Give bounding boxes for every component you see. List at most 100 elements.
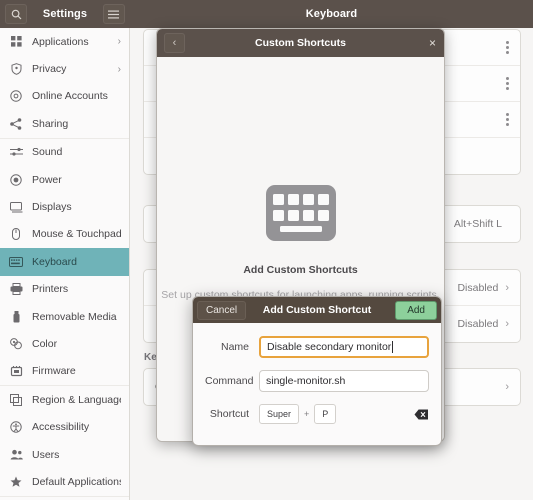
- sidebar-item-label: Privacy: [32, 63, 67, 76]
- back-button[interactable]: ‹: [164, 33, 185, 53]
- window-headerbar: Settings Keyboard: [0, 0, 533, 28]
- sidebar-item-privacy[interactable]: Privacy ›: [0, 55, 129, 82]
- main-menu-button[interactable]: [102, 4, 125, 24]
- sidebar-group-2: Sound Power Displays Mouse & Touchpad Ke…: [0, 139, 129, 387]
- sidebar-group-3: Region & Language Accessibility Users De…: [0, 386, 129, 497]
- sidebar-item-label: Keyboard: [32, 255, 77, 268]
- dialog-form: Name Disable secondary monitor Command s…: [193, 323, 441, 424]
- users-icon: [9, 449, 23, 460]
- sidebar-item-sharing[interactable]: Sharing: [0, 110, 129, 137]
- sidebar-item-label: Users: [32, 448, 60, 461]
- sidebar-item-label: Sharing: [32, 117, 69, 130]
- command-input[interactable]: single-monitor.sh: [259, 370, 429, 392]
- star-icon: [9, 476, 23, 488]
- app-title: Settings: [42, 8, 88, 20]
- sidebar-item-label: Printers: [32, 283, 69, 296]
- headerbar-right: Keyboard: [130, 0, 533, 28]
- settings-window: Settings Keyboard Applications › Privacy…: [0, 0, 533, 500]
- row-value: Disabled: [457, 281, 499, 294]
- globe-icon: [9, 393, 23, 406]
- sidebar-item-label: Displays: [32, 201, 72, 214]
- sidebar-item-sound[interactable]: Sound: [0, 139, 129, 166]
- display-icon: [9, 201, 23, 213]
- hamburger-menu-icon: [108, 10, 120, 19]
- sidebar-item-firmware[interactable]: Firmware: [0, 358, 129, 385]
- key-separator: +: [304, 409, 310, 419]
- command-label: Command: [205, 375, 254, 387]
- illustration-key-row: [272, 210, 329, 221]
- sidebar-item-accessibility[interactable]: Accessibility: [0, 413, 129, 440]
- chevron-right-icon: ›: [117, 63, 121, 75]
- name-input[interactable]: Disable secondary monitor: [259, 336, 429, 358]
- cancel-button[interactable]: Cancel: [197, 300, 247, 320]
- backspace-icon[interactable]: [414, 409, 429, 420]
- dialog-title: Custom Shortcuts: [254, 37, 346, 49]
- sidebar-item-power[interactable]: Power: [0, 166, 129, 193]
- sidebar-item-label: Firmware: [32, 365, 76, 378]
- search-button[interactable]: [5, 4, 27, 24]
- color-icon: [9, 338, 23, 350]
- sidebar-item-printers[interactable]: Printers: [0, 276, 129, 303]
- form-row-shortcut: Shortcut Super + P: [205, 404, 429, 424]
- sidebar-item-label: Power: [32, 173, 62, 186]
- sound-icon: [9, 147, 23, 157]
- sidebar-item-default-applications[interactable]: Default Applications: [0, 468, 129, 495]
- chip-icon: [9, 365, 23, 377]
- dialog-headerbar: Cancel Add Custom Shortcut Add: [193, 297, 441, 323]
- sidebar-item-users[interactable]: Users: [0, 441, 129, 468]
- shield-icon: [9, 63, 23, 75]
- settings-sidebar[interactable]: Applications › Privacy › Online Accounts: [0, 28, 130, 500]
- illustration-key-row: [272, 194, 329, 205]
- sidebar-item-label: Default Applications: [32, 475, 121, 488]
- text-caret: [392, 341, 394, 353]
- chevron-left-icon: ‹: [172, 37, 177, 49]
- illustration-spacebar: [279, 226, 322, 232]
- sidebar-item-label: Online Accounts: [32, 90, 108, 103]
- sidebar-item-label: Color: [32, 337, 58, 350]
- row-menu-icon[interactable]: [506, 113, 509, 126]
- sidebar-item-region-language[interactable]: Region & Language: [0, 386, 129, 413]
- sidebar-item-online-accounts[interactable]: Online Accounts: [0, 83, 129, 110]
- sidebar-item-mouse-touchpad[interactable]: Mouse & Touchpad: [0, 221, 129, 248]
- sidebar-item-color[interactable]: Color: [0, 330, 129, 357]
- chevron-right-icon: ›: [505, 281, 509, 294]
- sidebar-item-label: Sound: [32, 146, 63, 159]
- close-icon[interactable]: ×: [429, 37, 436, 49]
- sidebar-item-label: Region & Language: [32, 393, 121, 406]
- form-row-command: Command single-monitor.sh: [205, 370, 429, 392]
- keyboard-icon: [9, 256, 23, 267]
- empty-state-title: Add Custom Shortcuts: [243, 264, 358, 276]
- shortcut-label: Shortcut: [209, 408, 249, 420]
- sidebar-item-applications[interactable]: Applications ›: [0, 28, 129, 55]
- power-icon: [9, 173, 23, 186]
- sidebar-item-displays[interactable]: Displays: [0, 193, 129, 220]
- shortcut-keys[interactable]: Super + P: [259, 404, 429, 424]
- sidebar-item-label: Mouse & Touchpad: [32, 228, 121, 241]
- sidebar-item-keyboard[interactable]: Keyboard: [0, 248, 129, 276]
- row-value: Disabled: [457, 318, 499, 330]
- sidebar-group-1: Applications › Privacy › Online Accounts: [0, 28, 129, 139]
- sidebar-item-label: Removable Media: [32, 310, 117, 323]
- name-input-value: Disable secondary monitor: [267, 341, 392, 353]
- row-menu-icon[interactable]: [506, 41, 509, 54]
- form-row-name: Name Disable secondary monitor: [205, 336, 429, 358]
- sidebar-item-label: Accessibility: [32, 421, 90, 434]
- grid-icon: [9, 36, 23, 47]
- add-button[interactable]: Add: [395, 300, 437, 320]
- chevron-right-icon: ›: [117, 36, 121, 48]
- add-custom-shortcut-dialog: Cancel Add Custom Shortcut Add Name Disa…: [192, 296, 442, 446]
- chevron-right-icon: ›: [505, 318, 509, 330]
- sidebar-item-removable-media[interactable]: Removable Media: [0, 303, 129, 330]
- usb-icon: [9, 310, 23, 323]
- mouse-icon: [9, 228, 23, 241]
- row-value: Alt+Shift L: [453, 218, 502, 230]
- share-icon: [9, 118, 23, 130]
- row-menu-icon[interactable]: [506, 77, 509, 90]
- at-icon: [9, 90, 23, 103]
- dialog-headerbar: ‹ Custom Shortcuts ×: [157, 29, 444, 57]
- chevron-right-icon: ›: [505, 381, 509, 393]
- headerbar-left: Settings: [0, 0, 130, 28]
- command-input-value: single-monitor.sh: [266, 375, 346, 387]
- printer-icon: [9, 283, 23, 296]
- sidebar-item-label: Applications: [32, 35, 89, 48]
